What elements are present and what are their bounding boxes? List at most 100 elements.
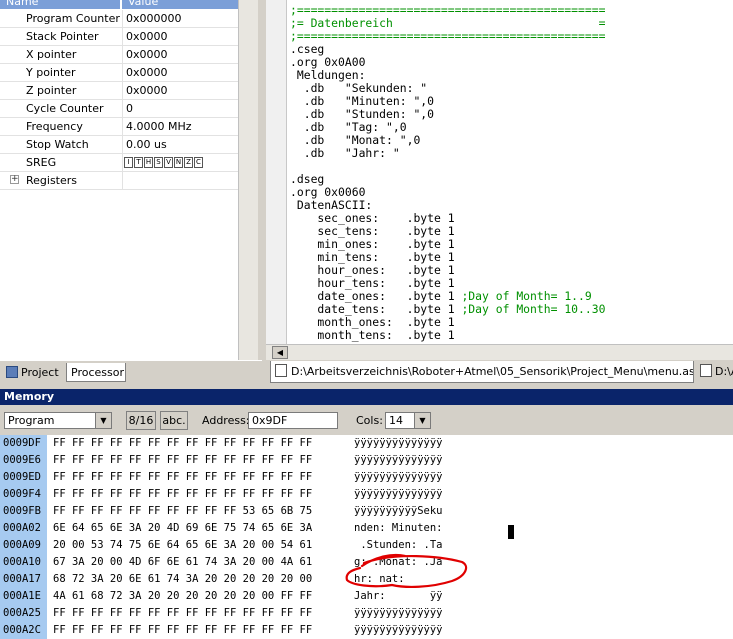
chevron-down-icon[interactable]: ▼ (414, 413, 430, 428)
memory-ascii[interactable]: Jahr: ÿÿ (354, 588, 443, 605)
processor-row[interactable]: Frequency 4.0000 MHz (0, 118, 238, 136)
tab-menu-asm[interactable]: D:\Arbeitsverzeichnis\Roboter+Atmel\05_S… (270, 361, 694, 383)
memory-row[interactable]: 000A1E 4A 61 68 72 3A 20 20 20 20 20 20 0… (0, 588, 733, 605)
processor-row[interactable]: Y pointer 0x0000 (0, 64, 238, 82)
processor-row[interactable]: Program Counter 0x000000 (0, 10, 238, 28)
code-text[interactable]: ;=======================================… (290, 4, 605, 342)
register-value[interactable]: 0x0000 (126, 46, 236, 63)
processor-scrollbar[interactable] (238, 0, 259, 360)
memory-hex-bytes[interactable]: FF FF FF FF FF FF FF FF FF FF FF FF FF F… (53, 452, 312, 469)
address-input[interactable]: 0x9DF (248, 412, 338, 429)
register-value[interactable]: 0x0000 (126, 82, 236, 99)
memory-hex-bytes[interactable]: 67 3A 20 00 4D 6F 6E 61 74 3A 20 00 4A 6… (53, 554, 312, 571)
sreg-flags: ITHSVNZC (124, 157, 204, 168)
memory-ascii[interactable]: ÿÿÿÿÿÿÿÿÿÿÿÿÿÿ (354, 605, 443, 622)
memory-row[interactable]: 000A10 67 3A 20 00 4D 6F 6E 61 74 3A 20 0… (0, 554, 733, 571)
sreg-flag-checkbox[interactable]: T (134, 157, 143, 168)
register-value[interactable]: 0x0000 (126, 28, 236, 45)
processor-row[interactable]: Stack Pointer 0x0000 (0, 28, 238, 46)
sreg-flag-checkbox[interactable]: I (124, 157, 133, 168)
code-text-segment: .db "Tag: ",0 (290, 120, 407, 134)
sreg-flag-checkbox[interactable]: S (154, 157, 163, 168)
sreg-flag-checkbox[interactable]: N (174, 157, 183, 168)
memory-row[interactable]: 0009ED FF FF FF FF FF FF FF FF FF FF FF F… (0, 469, 733, 486)
code-text-segment: min_ones: .byte 1 (290, 237, 455, 251)
sreg-flag-checkbox[interactable]: H (144, 157, 153, 168)
memory-address: 0009E6 (3, 454, 41, 466)
processor-row-sreg[interactable]: SREG I T H S V N Z C (0, 154, 238, 172)
memory-ascii[interactable]: ÿÿÿÿÿÿÿÿÿÿÿÿÿÿ (354, 622, 443, 639)
memory-ascii[interactable]: g: .Monat: .Ja (354, 554, 443, 571)
memory-row[interactable]: 0009FB FF FF FF FF FF FF FF FF FF FF 53 6… (0, 503, 733, 520)
memory-row[interactable]: 000A25 FF FF FF FF FF FF FF FF FF FF FF F… (0, 605, 733, 622)
memory-ascii[interactable]: ÿÿÿÿÿÿÿÿÿÿÿÿÿÿ (354, 469, 443, 486)
memory-row[interactable]: 000A2C FF FF FF FF FF FF FF FF FF FF FF F… (0, 622, 733, 639)
register-value[interactable]: 0x000000 (126, 10, 236, 27)
memory-ascii[interactable]: ÿÿÿÿÿÿÿÿÿÿÿÿÿÿ (354, 452, 443, 469)
register-value[interactable]: 0.00 us (126, 136, 236, 153)
avr-studio-window: Name Value Program Counter 0x000000 Stack … (0, 0, 733, 639)
cols-select[interactable]: 14 ▼ (385, 412, 431, 429)
memory-row[interactable]: 0009F4 FF FF FF FF FF FF FF FF FF FF FF F… (0, 486, 733, 503)
memory-hex-bytes[interactable]: FF FF FF FF FF FF FF FF FF FF FF FF FF F… (53, 486, 312, 503)
memory-hex-bytes[interactable]: 68 72 3A 20 6E 61 74 3A 20 20 20 20 20 0… (53, 571, 312, 588)
processor-row[interactable]: Stop Watch 0.00 us (0, 136, 238, 154)
word-size-button[interactable]: 8/16 (126, 411, 156, 430)
memory-hex-bytes[interactable]: 6E 64 65 6E 3A 20 4D 69 6E 75 74 65 6E 3… (53, 520, 312, 537)
memory-dump[interactable]: 0009DF FF FF FF FF FF FF FF FF FF FF FF F… (0, 435, 733, 639)
memory-hex-bytes[interactable]: 20 00 53 74 75 6E 64 65 6E 3A 20 00 54 6… (53, 537, 312, 554)
memory-ascii[interactable]: hr: nat: (354, 571, 405, 588)
memory-ascii[interactable]: nden: Minuten: (354, 520, 443, 537)
sreg-flag-checkbox[interactable]: V (164, 157, 173, 168)
tab-next-file[interactable]: D:\A (696, 361, 733, 383)
code-text-segment: .db "Minuten: ",0 (290, 94, 435, 108)
memory-row[interactable]: 0009DF FF FF FF FF FF FF FF FF FF FF FF F… (0, 435, 733, 452)
tab-menu-asm-label: D:\Arbeitsverzeichnis\Roboter+Atmel\05_S… (291, 365, 694, 378)
processor-row-registers[interactable]: + Registers (0, 172, 238, 190)
cols-value: 14 (389, 414, 403, 427)
memory-type-select[interactable]: Program ▼ (4, 412, 112, 429)
file-icon (700, 364, 712, 377)
memory-address: 000A02 (3, 522, 41, 534)
memory-row[interactable]: 000A02 6E 64 65 6E 3A 20 4D 69 6E 75 74 6… (0, 520, 733, 537)
processor-row[interactable]: X pointer 0x0000 (0, 46, 238, 64)
tab-processor[interactable]: Processor (66, 363, 126, 382)
processor-row[interactable]: Cycle Counter 0 (0, 100, 238, 118)
memory-hex-bytes[interactable]: FF FF FF FF FF FF FF FF FF FF 53 65 6B 7… (53, 503, 312, 520)
editor-horizontal-scrollbar[interactable]: ◀ (266, 344, 733, 361)
expand-plus-icon[interactable]: + (10, 175, 19, 184)
memory-ascii[interactable]: ÿÿÿÿÿÿÿÿÿÿSeku (354, 503, 443, 520)
memory-row[interactable]: 000A17 68 72 3A 20 6E 61 74 3A 20 20 20 2… (0, 571, 733, 588)
code-text-segment: min_tens: .byte 1 (290, 250, 455, 264)
register-value[interactable]: 0 (126, 100, 236, 117)
memory-row[interactable]: 000A09 20 00 53 74 75 6E 64 65 6E 3A 20 0… (0, 537, 733, 554)
register-name: SREG (26, 156, 57, 169)
chevron-down-icon[interactable]: ▼ (95, 413, 111, 428)
memory-address: 0009ED (3, 471, 41, 483)
memory-hex-bytes[interactable]: FF FF FF FF FF FF FF FF FF FF FF FF FF F… (53, 469, 312, 486)
memory-hex-bytes[interactable]: 4A 61 68 72 3A 20 20 20 20 20 20 00 FF F… (53, 588, 312, 605)
memory-address: 000A2C (3, 624, 41, 636)
code-text-segment: sec_tens: .byte 1 (290, 224, 455, 238)
register-name: Frequency (26, 120, 83, 133)
register-value[interactable]: 0x0000 (126, 64, 236, 81)
memory-row[interactable]: 0009E6 FF FF FF FF FF FF FF FF FF FF FF F… (0, 452, 733, 469)
memory-ascii[interactable]: ÿÿÿÿÿÿÿÿÿÿÿÿÿÿ (354, 486, 443, 503)
memory-ascii[interactable]: .Stunden: .Ta (354, 537, 442, 554)
code-text-segment: date_tens: .byte 1 (290, 302, 462, 316)
editor-margin (266, 0, 287, 344)
processor-row[interactable]: Z pointer 0x0000 (0, 82, 238, 100)
name-column-header[interactable]: Name (0, 0, 120, 9)
memory-ascii[interactable]: ÿÿÿÿÿÿÿÿÿÿÿÿÿÿ (354, 435, 443, 452)
ascii-toggle-button[interactable]: abc. (160, 411, 188, 430)
scroll-left-icon[interactable]: ◀ (272, 346, 288, 359)
memory-hex-bytes[interactable]: FF FF FF FF FF FF FF FF FF FF FF FF FF F… (53, 435, 312, 452)
value-column-header[interactable]: Value (122, 0, 254, 9)
memory-hex-bytes[interactable]: FF FF FF FF FF FF FF FF FF FF FF FF FF F… (53, 605, 312, 622)
sreg-flag-checkbox[interactable]: C (194, 157, 203, 168)
code-editor[interactable]: ;=======================================… (266, 0, 733, 344)
memory-hex-bytes[interactable]: FF FF FF FF FF FF FF FF FF FF FF FF FF F… (53, 622, 312, 639)
register-value[interactable]: 4.0000 MHz (126, 118, 236, 135)
tab-project[interactable]: Project (2, 363, 64, 382)
sreg-flag-checkbox[interactable]: Z (184, 157, 193, 168)
